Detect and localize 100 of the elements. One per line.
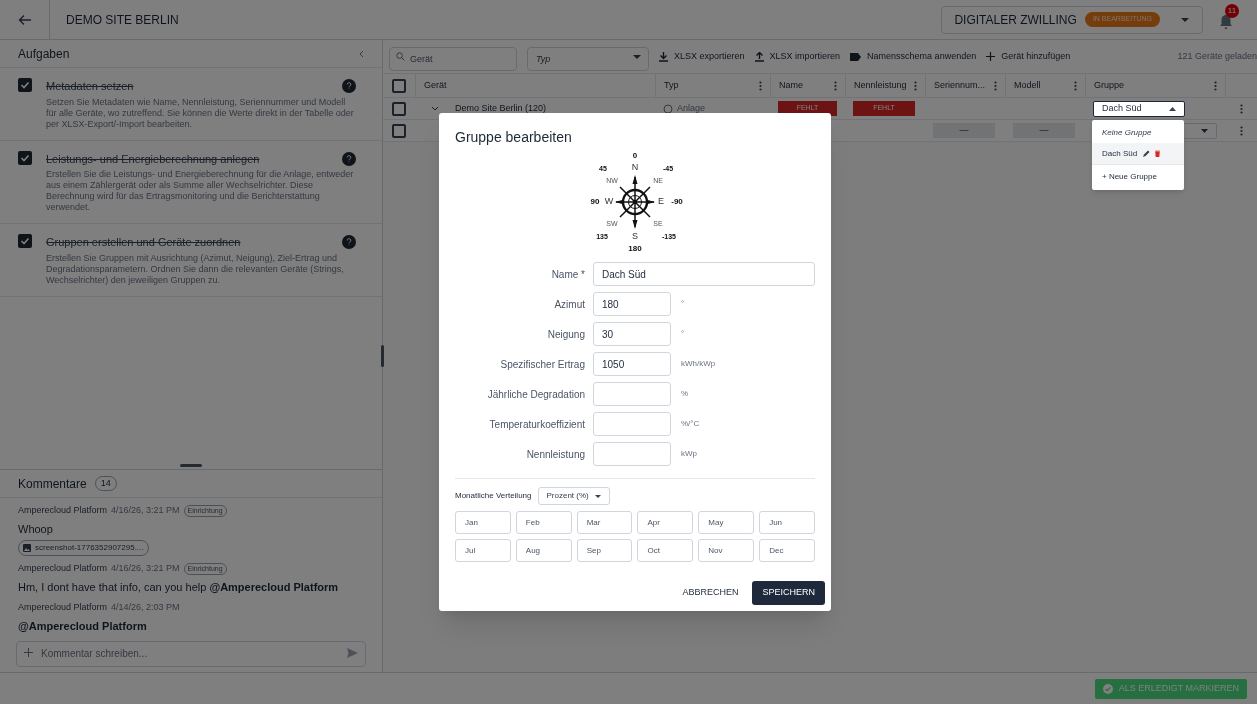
task-title: Gruppen erstellen und Geräte zuordnen (46, 235, 241, 250)
table-cell-text: Anlage (677, 101, 706, 115)
empty-badge: — (1013, 123, 1075, 138)
search-icon (396, 51, 405, 61)
upload-icon (754, 51, 764, 62)
toolbar-button[interactable]: Namensschema anwenden (850, 49, 977, 64)
checkbox[interactable] (392, 123, 406, 138)
dialog-title: Gruppe bearbeiten (455, 128, 573, 147)
column-header: Gruppe (1094, 78, 1125, 92)
caret-icon (1201, 128, 1208, 133)
bell-icon[interactable] (1219, 13, 1233, 30)
unit-label: %/°C (681, 418, 700, 430)
month-field[interactable]: Mar (576, 511, 633, 534)
unit-select[interactable]: Prozent (%) (537, 487, 610, 505)
month-field[interactable]: Jan (455, 511, 511, 534)
toolbar-button[interactable]: Gerät hinzufügen (986, 49, 1071, 64)
image-icon (23, 544, 31, 552)
toolbar-button[interactable]: XLSX importieren (754, 49, 841, 64)
section-label: Monatliche Verteilung (455, 490, 532, 502)
resize-handle[interactable] (180, 464, 202, 467)
input-field[interactable]: Dach Süd (593, 262, 815, 286)
more-icon[interactable] (1214, 80, 1217, 91)
unit-label: ° (681, 328, 685, 340)
input-field[interactable]: 180 (593, 292, 671, 316)
caret-icon (1180, 16, 1190, 23)
comment-time: 4/16/26, 3:21 PM (111, 562, 180, 575)
toolbar-button[interactable]: XLSX exportieren (659, 49, 745, 64)
search-field[interactable]: Gerät (389, 46, 517, 71)
help-icon[interactable] (342, 235, 356, 250)
month-field[interactable]: Jun (759, 511, 815, 534)
field-label: Temperaturkoeffizient (488, 417, 586, 432)
field-label: Jährliche Degradation (486, 387, 586, 402)
comment-text: Hm, I dont have that info, can you help @Amperecloud Platform (18, 579, 340, 595)
comment-text: @Amperecloud Platform (18, 618, 148, 634)
month-field[interactable]: Nov (698, 539, 755, 562)
more-icon[interactable] (834, 80, 837, 91)
month-field[interactable]: Oct (637, 539, 694, 562)
checkbox[interactable] (18, 234, 32, 248)
menu-item[interactable]: + Neue Gruppe (1092, 164, 1184, 188)
month-field[interactable]: Feb (515, 511, 572, 534)
comment-author: Amperecloud Platform (18, 601, 108, 614)
collapse-button[interactable] (358, 49, 364, 58)
input-field[interactable]: 1050 (593, 352, 671, 376)
more-icon[interactable] (1240, 103, 1243, 114)
more-icon[interactable] (1074, 80, 1077, 91)
chevron-icon[interactable] (431, 106, 439, 111)
more-icon[interactable] (914, 80, 917, 91)
download-icon (659, 51, 668, 62)
empty-badge: — (933, 123, 995, 138)
task-title: Metadaten setzen (46, 79, 134, 94)
checkbox[interactable] (18, 150, 32, 165)
month-field[interactable]: Sep (576, 539, 633, 562)
back-arrow-icon (17, 12, 32, 27)
input-field[interactable]: 30 (593, 322, 671, 346)
more-icon[interactable] (759, 80, 762, 91)
help-icon[interactable] (342, 79, 356, 94)
checkbox[interactable] (18, 78, 32, 92)
cancel-button[interactable]: ABBRECHEN (678, 581, 743, 605)
panel-title: Kommentare (18, 475, 87, 493)
input-field[interactable] (593, 442, 671, 466)
input-field[interactable] (593, 382, 671, 406)
task-title: Leistungs- und Energieberechnung anlegen (46, 151, 260, 167)
trash-icon[interactable] (1155, 150, 1161, 157)
plus-icon[interactable] (24, 648, 33, 657)
month-field[interactable]: Jul (455, 539, 511, 562)
checkbox[interactable] (392, 78, 406, 93)
column-header: Typ (664, 78, 679, 92)
group-select[interactable]: Dach Süd (1093, 100, 1185, 117)
panel-title: Aufgaben (18, 45, 70, 63)
field-label: Nennleistung (525, 447, 586, 462)
check-icon (20, 152, 30, 163)
comment-author: Amperecloud Platform (18, 562, 108, 575)
unit-label: % (681, 388, 689, 400)
unit-label: ° (681, 298, 685, 310)
input-field[interactable] (593, 412, 671, 436)
month-field[interactable]: May (698, 511, 755, 534)
comment-time: 4/16/26, 3:21 PM (111, 504, 180, 517)
month-field[interactable]: Apr (637, 511, 694, 534)
type-select[interactable]: Typ (527, 46, 649, 71)
check-circle-icon (1102, 683, 1113, 694)
caret-icon (594, 494, 601, 498)
panel-divider-handle[interactable] (381, 345, 384, 367)
month-field[interactable]: Aug (515, 539, 572, 562)
field-label: Azimut (553, 297, 586, 312)
help-icon[interactable] (342, 151, 356, 166)
comment-field[interactable]: Kommentar schreiben... (16, 640, 366, 667)
column-header: Name (779, 78, 803, 92)
caret-icon (633, 54, 641, 60)
more-icon[interactable] (994, 80, 997, 91)
caret-icon (1169, 106, 1176, 111)
column-header: Modell (1014, 78, 1041, 92)
unit-label: kWp (681, 448, 697, 460)
checkbox[interactable] (392, 101, 406, 116)
menu-item[interactable]: Keine Gruppe (1092, 122, 1184, 143)
save-button[interactable]: SPEICHERN (752, 581, 825, 605)
column-header: Nennleistung (854, 78, 907, 92)
label-icon (850, 52, 862, 61)
pencil-icon[interactable] (1143, 150, 1151, 157)
more-icon[interactable] (1240, 125, 1243, 136)
month-field[interactable]: Dec (759, 539, 815, 562)
